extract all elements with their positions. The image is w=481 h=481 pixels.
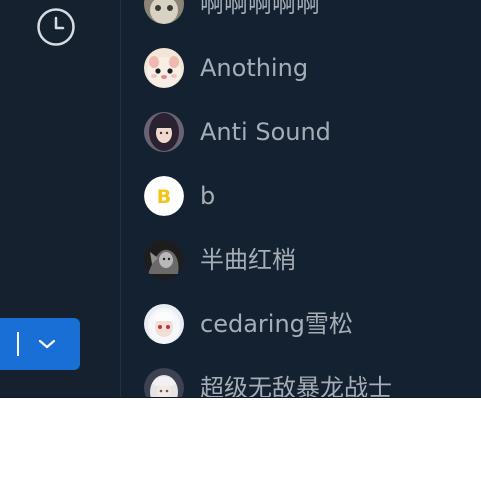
contact-name: b <box>200 182 216 210</box>
list-item[interactable]: Anti Sound <box>121 100 481 164</box>
avatar <box>144 304 184 344</box>
contact-list-pane: 啊啊啊啊啊 Anothing Anti Sound B b 半曲红梢 cedar… <box>121 0 481 398</box>
list-item[interactable]: 啊啊啊啊啊 <box>121 0 481 36</box>
contact-name: 超级无敌暴龙战士 <box>200 374 392 398</box>
list-item[interactable]: cedaring雪松 <box>121 292 481 356</box>
contact-name: 半曲红梢 <box>200 246 296 274</box>
avatar: B <box>144 176 184 216</box>
avatar <box>144 240 184 280</box>
contact-name: Anti Sound <box>200 118 331 146</box>
avatar-letter: B <box>157 186 171 208</box>
list-item[interactable]: B b <box>121 164 481 228</box>
clock-icon[interactable] <box>36 7 76 47</box>
left-sidebar <box>0 0 121 398</box>
chevron-down-icon[interactable] <box>38 335 56 353</box>
avatar <box>144 112 184 152</box>
contact-name: Anothing <box>200 54 309 82</box>
list-item[interactable]: 超级无敌暴龙战士 <box>121 356 481 398</box>
split-button[interactable] <box>0 318 80 370</box>
contact-list: 啊啊啊啊啊 Anothing Anti Sound B b 半曲红梢 cedar… <box>121 0 481 398</box>
list-item[interactable]: 半曲红梢 <box>121 228 481 292</box>
contact-name: 啊啊啊啊啊 <box>200 0 320 18</box>
avatar <box>144 48 184 88</box>
split-button-divider <box>17 332 19 356</box>
window-bottom-edge <box>0 397 481 398</box>
avatar <box>144 0 184 24</box>
contact-name: cedaring雪松 <box>200 310 353 338</box>
avatar <box>144 368 184 398</box>
list-item[interactable]: Anothing <box>121 36 481 100</box>
app-window: 啊啊啊啊啊 Anothing Anti Sound B b 半曲红梢 cedar… <box>0 0 481 398</box>
